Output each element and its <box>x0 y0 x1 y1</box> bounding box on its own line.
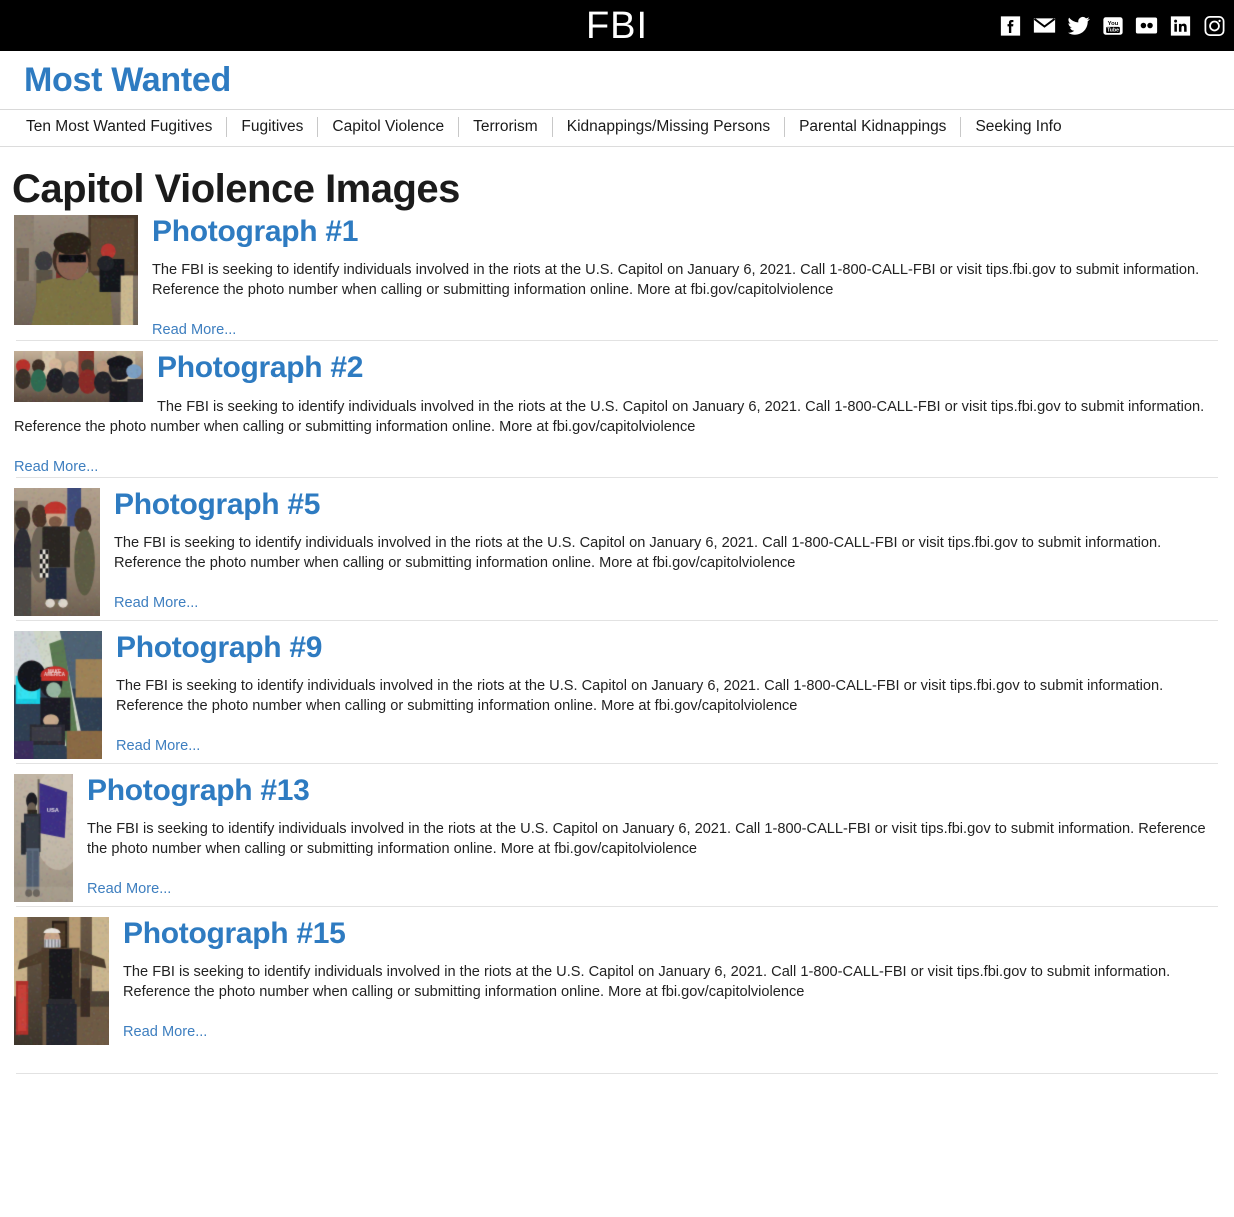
photograph-entry: Photograph #15 The FBI is seeking to iden… <box>0 906 1234 1049</box>
read-more-link[interactable]: Read More... <box>152 320 236 340</box>
read-more-link[interactable]: Read More... <box>14 457 98 477</box>
linkedin-icon[interactable] <box>1169 14 1192 37</box>
photograph-entry: Photograph #5 The FBI is seeking to ident… <box>0 477 1234 620</box>
photograph-thumbnail[interactable] <box>14 774 73 902</box>
photograph-description: The FBI is seeking to identify individua… <box>14 962 1220 1002</box>
flickr-icon[interactable] <box>1135 14 1158 37</box>
nav-item-seeking-info[interactable]: Seeking Info <box>961 119 1075 135</box>
photograph-thumbnail[interactable] <box>14 215 138 325</box>
site-title-bar: Most Wanted <box>0 51 1234 110</box>
read-more-link[interactable]: Read More... <box>116 736 200 756</box>
photograph-description: The FBI is seeking to identify individua… <box>14 533 1220 573</box>
site-header: FBI You Tube <box>0 0 1234 51</box>
photograph-thumbnail[interactable] <box>14 917 109 1045</box>
photograph-description: The FBI is seeking to identify individua… <box>14 260 1220 300</box>
facebook-icon[interactable] <box>999 14 1022 37</box>
photograph-image <box>14 631 102 759</box>
photograph-title-link[interactable]: Photograph #5 <box>14 488 1220 523</box>
photograph-description: The FBI is seeking to identify individua… <box>14 819 1220 859</box>
photograph-description: The FBI is seeking to identify individua… <box>14 676 1220 716</box>
photograph-thumbnail[interactable] <box>14 351 143 402</box>
photograph-image <box>14 917 109 1045</box>
svg-text:Tube: Tube <box>1107 27 1119 33</box>
twitter-icon[interactable] <box>1067 14 1090 37</box>
primary-navigation: Ten Most Wanted Fugitives Fugitives Capito… <box>0 110 1234 147</box>
entry-body: Photograph #1 The FBI is seeking to ident… <box>14 215 1220 341</box>
youtube-icon[interactable]: You Tube <box>1101 14 1124 37</box>
photograph-entry: Photograph #2 The FBI is seeking to ident… <box>0 340 1234 477</box>
nav-item-capitol-violence[interactable]: Capitol Violence <box>318 119 458 135</box>
photograph-title-link[interactable]: Photograph #13 <box>14 774 1220 809</box>
photograph-image <box>14 351 143 402</box>
fbi-logo: FBI <box>586 7 648 45</box>
entry-body: Photograph #9 The FBI is seeking to ident… <box>14 621 1220 763</box>
nav-item-kidnappings-missing-persons[interactable]: Kidnappings/Missing Persons <box>553 119 784 135</box>
photograph-entry: Photograph #9 The FBI is seeking to ident… <box>0 620 1234 763</box>
entry-body: Photograph #15 The FBI is seeking to iden… <box>14 907 1220 1049</box>
photograph-title-link[interactable]: Photograph #1 <box>14 215 1220 250</box>
section-heading: Capitol Violence Images <box>12 167 1234 211</box>
nav-item-fugitives[interactable]: Fugitives <box>227 119 317 135</box>
nav-item-parental-kidnappings[interactable]: Parental Kidnappings <box>785 119 960 135</box>
entry-body: Photograph #5 The FBI is seeking to ident… <box>14 478 1220 620</box>
main-content: Capitol Violence Images Photograph #1 The… <box>0 167 1234 1074</box>
nav-item-ten-most-wanted-fugitives[interactable]: Ten Most Wanted Fugitives <box>26 119 226 135</box>
read-more-link[interactable]: Read More... <box>87 879 171 899</box>
photograph-thumbnail[interactable] <box>14 631 102 759</box>
nav-item-terrorism[interactable]: Terrorism <box>459 119 552 135</box>
page-title: Most Wanted <box>24 63 1234 99</box>
photograph-title-link[interactable]: Photograph #15 <box>14 917 1220 952</box>
photograph-thumbnail[interactable] <box>14 488 100 616</box>
social-links: You Tube <box>999 14 1226 37</box>
photograph-description: The FBI is seeking to identify individua… <box>14 397 1220 437</box>
photograph-title-link[interactable]: Photograph #2 <box>14 351 1220 386</box>
photograph-title-link[interactable]: Photograph #9 <box>14 631 1220 666</box>
photograph-entry: Photograph #13 The FBI is seeking to iden… <box>0 763 1234 906</box>
svg-text:You: You <box>1107 21 1118 27</box>
email-icon[interactable] <box>1033 14 1056 37</box>
entry-body: Photograph #2 The FBI is seeking to ident… <box>14 341 1220 477</box>
photograph-list: Photograph #1 The FBI is seeking to ident… <box>0 215 1234 1049</box>
photograph-image <box>14 215 138 325</box>
instagram-icon[interactable] <box>1203 14 1226 37</box>
entry-body: Photograph #13 The FBI is seeking to iden… <box>14 764 1220 906</box>
photograph-image <box>14 774 73 902</box>
read-more-link[interactable]: Read More... <box>123 1022 207 1042</box>
read-more-link[interactable]: Read More... <box>114 593 198 613</box>
photograph-image <box>14 488 100 616</box>
photograph-entry: Photograph #1 The FBI is seeking to ident… <box>0 215 1234 341</box>
bottom-divider <box>16 1073 1218 1074</box>
